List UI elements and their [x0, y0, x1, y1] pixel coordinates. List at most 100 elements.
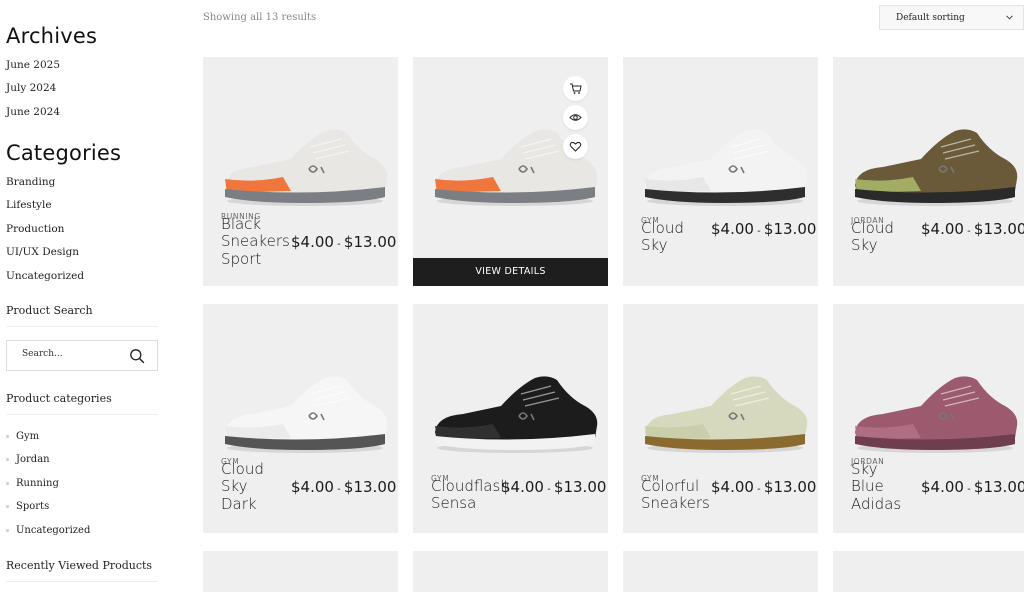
product-name[interactable]: Colorful Sneakers — [641, 477, 710, 513]
price-dash: - — [333, 239, 344, 251]
price-dash: - — [963, 484, 974, 496]
product-card-placeholder[interactable] — [203, 551, 398, 592]
view-details-button[interactable]: VIEW DETAILS — [413, 258, 608, 286]
archive-link[interactable]: June 2025 — [6, 54, 97, 77]
product-name-line: Sneakers — [641, 494, 710, 513]
shoe-image[interactable] — [633, 364, 813, 459]
price-low: $4.00 — [921, 478, 964, 497]
price-low: $4.00 — [501, 478, 544, 496]
sort-dropdown[interactable]: Default sorting — [879, 5, 1024, 30]
archives-title: Archives — [6, 24, 98, 48]
search-icon[interactable] — [129, 348, 145, 364]
product-card[interactable]: GYM Colorful Sneakers $4.00 - $13.00 — [623, 304, 818, 533]
product-category-link[interactable]: Jordan — [6, 448, 90, 471]
archives-list: June 2025 July 2024 June 2024 — [6, 54, 97, 124]
product-categories-title: Product categories — [6, 392, 158, 415]
category-link[interactable]: Lifestyle — [6, 194, 121, 217]
shoe-image[interactable] — [843, 364, 1023, 459]
price-dash: - — [543, 484, 554, 495]
product-name-line: Adidas — [851, 494, 902, 513]
product-name[interactable]: Black Sneakers Sport — [221, 215, 290, 268]
shoe-image[interactable] — [213, 117, 393, 212]
product-categories-list: Gym Jordan Running Sports Uncategorized — [6, 425, 90, 542]
price-low: $4.00 — [291, 478, 334, 497]
product-name-line: Sky — [221, 477, 248, 496]
product-card-placeholder[interactable] — [623, 551, 818, 592]
search-input[interactable] — [22, 349, 122, 359]
product-card[interactable]: GYM Cloudflash Sensa $4.00 - $13.00 — [413, 304, 608, 533]
cart-icon — [570, 83, 582, 94]
price-high: $13.00 — [763, 220, 817, 238]
categories-list: Branding Lifestyle Production UI/UX Desi… — [6, 171, 121, 288]
heart-icon — [569, 141, 582, 152]
product-category-link[interactable]: Uncategorized — [6, 519, 90, 542]
product-card-placeholder[interactable] — [413, 551, 608, 592]
product-category-link[interactable]: Gym — [6, 425, 90, 448]
product-search-box — [6, 340, 158, 371]
categories-title: Categories — [6, 141, 122, 165]
price-high: $13.00 — [553, 478, 607, 496]
shoe-image[interactable] — [633, 117, 813, 212]
product-category-link[interactable]: Sports — [6, 495, 90, 518]
product-card[interactable]: GYM Cloud Sky Dark $4.00 - $13.00 — [203, 304, 398, 533]
product-name-line: Blue — [851, 477, 884, 496]
product-name[interactable]: Cloudflash Sensa — [431, 477, 510, 513]
price-low: $4.00 — [921, 220, 964, 238]
category-link[interactable]: UI/UX Design — [6, 241, 121, 264]
category-link[interactable]: Uncategorized — [6, 265, 121, 288]
sort-dropdown-value: Default sorting — [896, 13, 965, 23]
price-high: $13.00 — [973, 220, 1024, 238]
archives-widget: Archives June 2025 July 2024 June 2024 — [6, 24, 97, 124]
price-dash: - — [753, 484, 764, 495]
product-name-line: Sensa — [431, 494, 477, 513]
category-link[interactable]: Branding — [6, 171, 121, 194]
product-name-line: Cloud — [851, 219, 894, 237]
shoe-image[interactable] — [423, 117, 603, 212]
product-card[interactable]: VIEW DETAILS — [413, 57, 608, 286]
product-name-line: Sky — [641, 236, 668, 255]
product-card[interactable]: JORDAN Sky Blue Adidas $4.00 - $13.00 — [833, 304, 1024, 533]
product-name-line: Sky — [851, 460, 878, 478]
product-price: $4.00 - $13.00 — [501, 478, 606, 496]
price-low: $4.00 — [291, 233, 334, 252]
eye-icon — [569, 114, 582, 121]
product-name[interactable]: Sky Blue Adidas — [851, 460, 902, 513]
product-name-line: Colorful — [641, 477, 700, 495]
product-price: $4.00 - $13.00 — [921, 478, 1024, 496]
category-link[interactable]: Production — [6, 218, 121, 241]
product-price: $4.00 - $13.00 — [921, 220, 1024, 238]
product-card[interactable]: RUNNING Black Sneakers Sport $4.00 - $13.00 — [203, 57, 398, 286]
categories-widget: Categories Branding Lifestyle Production… — [6, 141, 121, 288]
product-name[interactable]: Cloud Sky — [641, 219, 684, 255]
price-high: $13.00 — [973, 478, 1024, 497]
archive-link[interactable]: June 2024 — [6, 101, 97, 124]
product-card[interactable]: GYM Cloud Sky $4.00 - $13.00 — [623, 57, 818, 286]
recently-viewed-title: Recently Viewed Products — [6, 559, 158, 582]
shoe-image[interactable] — [843, 117, 1023, 212]
product-name[interactable]: Cloud Sky — [851, 219, 894, 255]
price-low: $4.00 — [711, 220, 754, 238]
product-card-placeholder[interactable] — [833, 551, 1024, 592]
product-name-line: Sky — [851, 236, 878, 255]
result-count: Showing all 13 results — [203, 12, 317, 23]
product-search-title: Product Search — [6, 304, 158, 327]
cart-action-button[interactable] — [563, 76, 588, 101]
product-name-line: Cloudflash — [431, 477, 510, 495]
product-name-line: Sport — [221, 249, 262, 268]
product-name-line: Cloud — [221, 460, 264, 478]
archive-link[interactable]: July 2024 — [6, 77, 97, 100]
product-card[interactable]: JORDAN Cloud Sky $4.00 - $13.00 — [833, 57, 1024, 286]
heart-action-button[interactable] — [563, 134, 588, 159]
product-price: $4.00 - $13.00 — [291, 233, 396, 251]
product-name-line: Dark — [221, 494, 257, 513]
product-name[interactable]: Cloud Sky Dark — [221, 460, 264, 513]
shoe-image[interactable] — [213, 364, 393, 459]
price-dash: - — [333, 484, 344, 496]
chevron-down-icon — [1006, 15, 1013, 20]
product-name-line: Sneakers — [221, 232, 290, 251]
eye-action-button[interactable] — [563, 105, 588, 130]
shoe-image[interactable] — [423, 364, 603, 459]
product-category-link[interactable]: Running — [6, 472, 90, 495]
product-price: $4.00 - $13.00 — [711, 220, 816, 238]
price-high: $13.00 — [343, 478, 397, 497]
